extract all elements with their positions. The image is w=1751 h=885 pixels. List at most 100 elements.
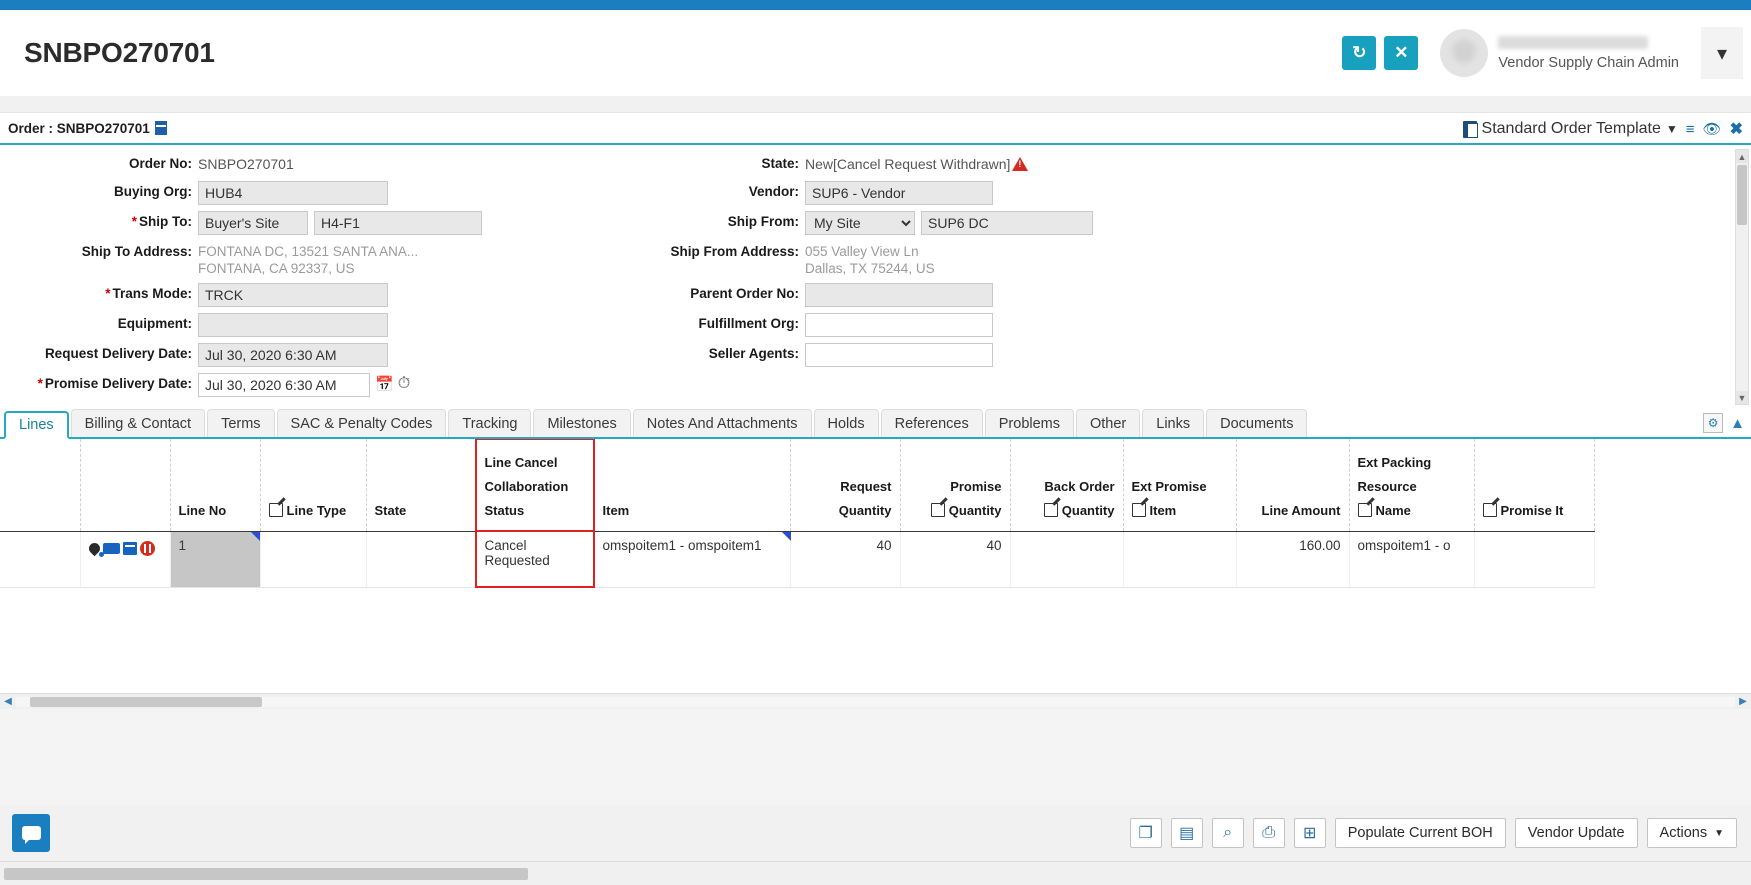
request-delivery-date-input[interactable] (198, 343, 388, 367)
vendor-input[interactable] (805, 181, 993, 205)
grid-column-header[interactable]: Ext PromiseItem (1123, 439, 1236, 531)
editable-column-icon (1358, 503, 1372, 517)
calendar-icon[interactable]: 📅 (375, 375, 394, 393)
table-row[interactable]: 1 Cancel Requestedomspoitem1 - omspoitem1… (0, 531, 1594, 587)
parent-order-no-input[interactable] (805, 283, 993, 307)
grid-column-header[interactable]: State (366, 439, 476, 531)
save-record-icon[interactable] (155, 121, 167, 135)
ship-from-site-input[interactable] (921, 211, 1093, 235)
search-doc-icon[interactable]: ⌕ (1212, 818, 1244, 848)
ship-from-address-value: 055 Valley View Ln Dallas, TX 75244, US (805, 241, 935, 277)
print-icon[interactable]: ⎙ (1253, 818, 1285, 848)
tab-problems[interactable]: Problems (985, 409, 1074, 437)
form-scrollbar[interactable]: ▲ ▼ (1735, 149, 1749, 405)
grid-cell[interactable]: 160.00 (1236, 531, 1349, 587)
grid-column-header[interactable]: Item (594, 439, 790, 531)
scroll-down-icon[interactable]: ▼ (1736, 391, 1748, 404)
tab-links[interactable]: Links (1142, 409, 1204, 437)
grid-column-header[interactable]: Promise It (1474, 439, 1594, 531)
hscroll-track[interactable] (16, 697, 1735, 707)
page-scroll-thumb[interactable] (4, 868, 528, 880)
ship-to-input[interactable] (198, 211, 308, 235)
scroll-up-icon[interactable]: ▲ (1736, 150, 1748, 163)
grid-cell[interactable]: 40 (790, 531, 900, 587)
tab-lines[interactable]: Lines (4, 411, 69, 439)
tab-other[interactable]: Other (1076, 409, 1140, 437)
eye-icon[interactable]: 👁 (1703, 120, 1722, 138)
cell-selection-marker (251, 532, 260, 541)
grid-column-header[interactable] (80, 439, 170, 531)
grid-column-header[interactable]: Line CancelCollaborationStatus (476, 439, 594, 531)
grid-column-header[interactable]: Line No (170, 439, 260, 531)
grid-column-header[interactable]: Line Amount (1236, 439, 1349, 531)
chevron-down-icon[interactable]: ▼ (1666, 122, 1678, 136)
row-status-icons[interactable] (80, 531, 170, 587)
grid-cell[interactable]: omspoitem1 - o (1349, 531, 1474, 587)
tab-tracking[interactable]: Tracking (448, 409, 531, 437)
tab-milestones[interactable]: Milestones (533, 409, 630, 437)
fulfillment-org-input[interactable] (805, 313, 993, 337)
page-horizontal-scrollbar[interactable] (0, 861, 1751, 885)
panel-close-icon[interactable]: ✖ (1730, 119, 1743, 139)
ship-to-address-line2: FONTANA, CA 92337, US (198, 260, 418, 277)
collapse-chevron-up-icon[interactable]: ▲ (1730, 415, 1745, 432)
seller-agents-input[interactable] (805, 343, 993, 367)
grid-cell[interactable] (366, 531, 476, 587)
buying-org-input[interactable] (198, 181, 388, 205)
template-selector[interactable]: Standard Order Template ▼ (1463, 120, 1678, 138)
cell-line-no[interactable]: 1 (170, 531, 260, 587)
hscroll-thumb[interactable] (30, 697, 262, 707)
scroll-right-icon[interactable]: ▶ (1735, 696, 1751, 707)
ship-to-code-input[interactable] (314, 211, 482, 235)
grid-column-header[interactable]: Back OrderQuantity (1010, 439, 1123, 531)
cell-item[interactable]: omspoitem1 - omspoitem1 (594, 531, 790, 587)
tab-references[interactable]: References (881, 409, 983, 437)
populate-current-boh-button[interactable]: Populate Current BOH (1335, 818, 1506, 848)
grid-horizontal-scrollbar[interactable]: ◀ ▶ (0, 693, 1751, 709)
form-scroll-thumb[interactable] (1737, 165, 1747, 225)
tab-documents[interactable]: Documents (1206, 409, 1307, 437)
tab-holds[interactable]: Holds (814, 409, 879, 437)
grid-cell[interactable] (1474, 531, 1594, 587)
close-icon[interactable]: ✕ (1384, 36, 1418, 70)
scroll-left-icon[interactable]: ◀ (0, 696, 16, 707)
trans-mode-input[interactable] (198, 283, 388, 307)
grid-cell[interactable]: 40 (900, 531, 1010, 587)
label-request-delivery-date: Request Delivery Date: (0, 343, 198, 361)
tab-notes-and-attachments[interactable]: Notes And Attachments (633, 409, 812, 437)
chat-icon[interactable] (12, 814, 50, 852)
hold-icon[interactable] (140, 541, 155, 556)
grid-column-header[interactable]: RequestQuantity (790, 439, 900, 531)
grid-column-header[interactable] (0, 439, 80, 531)
grid-cell[interactable] (0, 531, 80, 587)
grid-header-row: Line NoLine TypeStateLine CancelCollabor… (0, 439, 1594, 531)
grid-cell[interactable]: Cancel Requested (476, 531, 594, 587)
tab-sac-penalty-codes[interactable]: SAC & Penalty Codes (277, 409, 447, 437)
copy-icon[interactable]: ❐ (1130, 818, 1162, 848)
grid-column-header[interactable]: PromiseQuantity (900, 439, 1010, 531)
calculator-icon[interactable]: ⊞ (1294, 818, 1326, 848)
user-menu-chevron-down-icon[interactable]: ▾ (1701, 27, 1743, 79)
vendor-update-button[interactable]: Vendor Update (1515, 818, 1638, 848)
tab-billing-contact[interactable]: Billing & Contact (71, 409, 205, 437)
actions-button[interactable]: Actions ▼ (1647, 818, 1737, 848)
clock-icon[interactable]: ⏱ (398, 375, 410, 393)
grid-cell[interactable] (1010, 531, 1123, 587)
form-icon[interactable]: ▤ (1171, 818, 1203, 848)
tab-terms[interactable]: Terms (207, 409, 274, 437)
layout-icon[interactable]: ≡ (1686, 121, 1695, 138)
grid-column-header[interactable]: Line Type (260, 439, 366, 531)
grid-cell[interactable] (260, 531, 366, 587)
box-icon[interactable] (123, 542, 137, 555)
ship-from-select[interactable]: My Site (805, 211, 915, 235)
editable-column-icon (1483, 503, 1497, 517)
refresh-icon[interactable]: ↻ (1342, 36, 1376, 70)
promise-delivery-date-input[interactable] (198, 373, 370, 397)
equipment-input[interactable] (198, 313, 388, 337)
grid-column-header[interactable]: Ext PackingResourceName (1349, 439, 1474, 531)
gear-icon[interactable]: ⚙ (1703, 413, 1723, 433)
order-form: Order No: SNBPO270701 Buying Org: *Ship … (0, 145, 1751, 409)
user-profile[interactable]: Vendor Supply Chain Admin (1440, 29, 1679, 77)
truck-icon[interactable] (103, 543, 120, 554)
grid-cell[interactable] (1123, 531, 1236, 587)
